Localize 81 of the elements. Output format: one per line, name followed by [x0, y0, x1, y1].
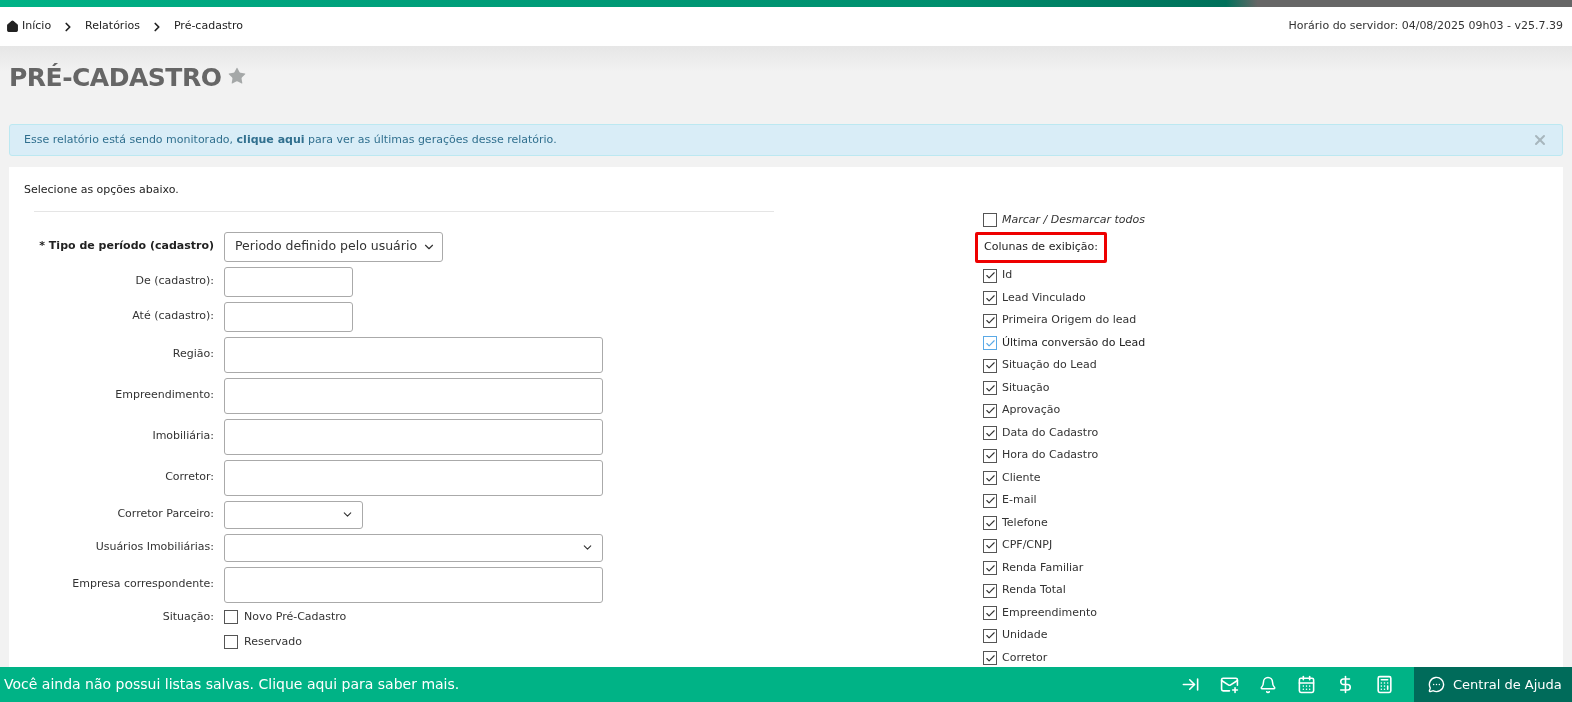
field-label: Imobiliária: [151, 428, 214, 445]
select-field[interactable] [224, 500, 363, 529]
field-label: Empresa correspondente: [71, 576, 214, 593]
checkbox[interactable] [983, 213, 997, 227]
calculator-icon[interactable] [1375, 675, 1394, 694]
arrow-to-line-icon[interactable] [1181, 675, 1200, 694]
column-option-label: Última conversão do Lead [1002, 334, 1146, 351]
page-title: PRÉ-CADASTRO [9, 62, 222, 95]
checkbox[interactable] [983, 471, 997, 485]
home-icon [6, 20, 19, 33]
field-label: Corretor Parceiro: [116, 506, 214, 523]
column-option-label: E-mail [1002, 492, 1037, 509]
column-option-label: Data do Cadastro [1002, 424, 1099, 441]
column-option-label: Primeira Origem do lead [1002, 312, 1137, 329]
checkbox[interactable] [983, 313, 997, 328]
column-option-label: CPF/CNPJ [1002, 537, 1053, 554]
field-label: Região: [171, 346, 214, 363]
column-option-label: Id [1002, 267, 1013, 284]
input-field[interactable] [224, 418, 603, 455]
checkbox[interactable] [983, 358, 997, 373]
field-label: De (cadastro): [134, 273, 214, 290]
checkbox[interactable] [983, 606, 997, 620]
input-field[interactable] [224, 336, 603, 373]
field-label: Empreendimento: [114, 387, 214, 404]
column-option-label: Unidade [1002, 627, 1048, 644]
checkbox-label: Novo Pré-Cadastro [244, 608, 347, 625]
toggle-all-label: Marcar / Desmarcar todos [1002, 211, 1145, 228]
columns-heading: Colunas de exibição: [975, 232, 1108, 263]
column-option-label: Situação do Lead [1002, 357, 1097, 374]
checkbox[interactable] [983, 291, 997, 305]
checkbox[interactable] [224, 635, 238, 650]
field-label: Situação: [161, 608, 214, 625]
server-time: Horário do servidor: 04/08/2025 09h03 - v25.7.39 [1288, 18, 1564, 35]
checkbox[interactable] [983, 583, 997, 598]
date-field[interactable] [224, 301, 353, 332]
star-icon[interactable] [227, 66, 248, 86]
checkbox[interactable] [983, 448, 997, 463]
checkbox[interactable] [983, 651, 997, 665]
checkbox[interactable] [983, 426, 997, 440]
bell-icon[interactable] [1259, 675, 1277, 694]
column-option-label: Hora do Cadastro [1002, 447, 1099, 464]
column-option-label: Renda Familiar [1002, 559, 1084, 576]
column-option-label: Cliente [1002, 469, 1041, 486]
date-field[interactable] [224, 266, 353, 297]
input-field[interactable] [224, 377, 603, 414]
checkbox[interactable] [983, 628, 997, 643]
checkbox-label: Reservado [244, 634, 302, 650]
checkbox[interactable] [983, 268, 997, 283]
input-field[interactable] [224, 566, 603, 603]
mail-icon[interactable] [1220, 675, 1239, 694]
calendar-icon[interactable] [1297, 675, 1316, 694]
column-option-label: Telefone [1002, 514, 1048, 531]
column-option-label: Empreendimento [1002, 604, 1097, 621]
field-label: Corretor: [164, 469, 214, 486]
column-option-label: Situação [1002, 379, 1050, 396]
breadcrumb-link[interactable]: Relatórios [85, 18, 140, 35]
checkbox[interactable] [983, 381, 997, 395]
field-label: Até (cadastro): [131, 308, 214, 325]
field-label: * Tipo de período (cadastro) [38, 238, 214, 255]
column-option-label: Aprovação [1002, 402, 1061, 419]
input-field[interactable] [224, 459, 603, 496]
field-label: Usuários Imobiliárias: [94, 539, 214, 556]
column-option-label: Renda Total [1002, 582, 1066, 599]
chat-icon [1428, 676, 1445, 693]
form-intro: Selecione as opções abaixo. [24, 182, 180, 198]
checkbox[interactable] [983, 336, 997, 350]
column-option-label: Corretor [1002, 649, 1048, 666]
checkbox[interactable] [983, 516, 997, 530]
period-select[interactable]: Periodo definido pelo usuário [224, 231, 443, 262]
alert-message: Esse relatório está sendo monitorado, clique aqui para ver as últimas gerações desse relatório. [24, 131, 557, 148]
checkbox[interactable] [983, 403, 997, 418]
help-center-button[interactable]: Central de Ajuda [1414, 667, 1572, 702]
column-option-label: Lead Vinculado [1002, 289, 1086, 306]
alert-link[interactable]: clique aqui [236, 132, 305, 146]
breadcrumb-link[interactable]: Início [6, 18, 52, 35]
breadcrumb-current: Pré-cadastro [173, 18, 243, 35]
checkbox[interactable] [983, 538, 997, 553]
checkbox[interactable] [983, 561, 997, 575]
select-field[interactable] [224, 533, 603, 562]
checkbox[interactable] [983, 493, 997, 508]
checkbox[interactable] [224, 609, 238, 624]
